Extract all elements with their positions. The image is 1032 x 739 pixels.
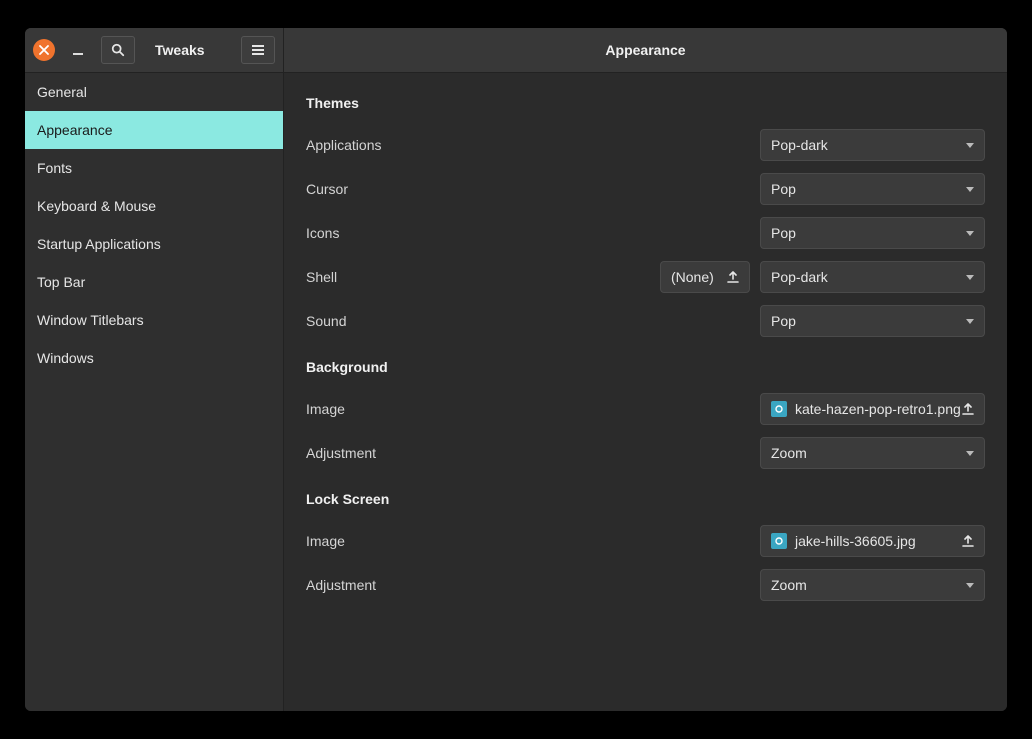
section-title-lockscreen: Lock Screen [306, 491, 985, 507]
chevron-down-icon [966, 143, 974, 148]
file-picker-background-image[interactable]: kate-hazen-pop-retro1.png [760, 393, 985, 425]
none-label: (None) [671, 269, 714, 285]
search-icon [111, 43, 125, 57]
chevron-down-icon [966, 319, 974, 324]
sidebar-item-keyboard-mouse[interactable]: Keyboard & Mouse [25, 187, 283, 225]
image-icon [771, 401, 787, 417]
row-ls-adjustment: Adjustment Zoom [306, 563, 985, 607]
file-name: kate-hazen-pop-retro1.png [795, 401, 961, 417]
dropdown-value: Pop-dark [771, 137, 828, 153]
label-shell: Shell [306, 269, 650, 285]
label-icons: Icons [306, 225, 750, 241]
close-icon [39, 45, 49, 55]
row-sound: Sound Pop [306, 299, 985, 343]
upload-icon [962, 535, 974, 547]
row-ls-image: Image jake-hills-36605.jpg [306, 519, 985, 563]
close-button[interactable] [33, 39, 55, 61]
row-applications: Applications Pop-dark [306, 123, 985, 167]
dropdown-sound[interactable]: Pop [760, 305, 985, 337]
file-name: jake-hills-36605.jpg [795, 533, 916, 549]
label-cursor: Cursor [306, 181, 750, 197]
section-title-background: Background [306, 359, 985, 375]
upload-icon [962, 403, 974, 415]
dropdown-shell[interactable]: Pop-dark [760, 261, 985, 293]
page-title: Appearance [284, 28, 1007, 73]
dropdown-cursor[interactable]: Pop [760, 173, 985, 205]
label-applications: Applications [306, 137, 750, 153]
upload-icon [727, 271, 739, 283]
row-shell: Shell (None) Pop-dark [306, 255, 985, 299]
dropdown-background-adjustment[interactable]: Zoom [760, 437, 985, 469]
row-bg-image: Image kate-hazen-pop-retro1.png [306, 387, 985, 431]
chevron-down-icon [966, 231, 974, 236]
dropdown-value: Pop [771, 225, 796, 241]
minimize-button[interactable] [69, 41, 87, 59]
row-cursor: Cursor Pop [306, 167, 985, 211]
dropdown-value: Pop-dark [771, 269, 828, 285]
sidebar-item-window-titlebars[interactable]: Window Titlebars [25, 301, 283, 339]
label-sound: Sound [306, 313, 750, 329]
sidebar-pane: Tweaks General Appearance Fonts Keyboard… [25, 28, 284, 711]
file-picker-lockscreen-image[interactable]: jake-hills-36605.jpg [760, 525, 985, 557]
dropdown-value: Zoom [771, 577, 807, 593]
row-icons: Icons Pop [306, 211, 985, 255]
image-icon [771, 533, 787, 549]
shell-theme-file-picker[interactable]: (None) [660, 261, 750, 293]
label-bg-image: Image [306, 401, 750, 417]
chevron-down-icon [966, 451, 974, 456]
hamburger-icon [251, 43, 265, 57]
dropdown-applications[interactable]: Pop-dark [760, 129, 985, 161]
minimize-icon [72, 44, 84, 56]
sidebar-item-startup-applications[interactable]: Startup Applications [25, 225, 283, 263]
app-title: Tweaks [155, 42, 205, 58]
label-bg-adjustment: Adjustment [306, 445, 750, 461]
sidebar-item-windows[interactable]: Windows [25, 339, 283, 377]
sidebar-item-top-bar[interactable]: Top Bar [25, 263, 283, 301]
chevron-down-icon [966, 583, 974, 588]
left-headerbar: Tweaks [25, 28, 283, 73]
dropdown-value: Pop [771, 313, 796, 329]
label-ls-image: Image [306, 533, 750, 549]
label-ls-adjustment: Adjustment [306, 577, 750, 593]
dropdown-lockscreen-adjustment[interactable]: Zoom [760, 569, 985, 601]
content-area: Themes Applications Pop-dark Cursor Pop [284, 73, 1007, 711]
main-pane: Appearance Themes Applications Pop-dark … [284, 28, 1007, 711]
sidebar-item-appearance[interactable]: Appearance [25, 111, 283, 149]
section-title-themes: Themes [306, 95, 985, 111]
row-bg-adjustment: Adjustment Zoom [306, 431, 985, 475]
sidebar-nav: General Appearance Fonts Keyboard & Mous… [25, 73, 283, 377]
sidebar-item-fonts[interactable]: Fonts [25, 149, 283, 187]
dropdown-icons[interactable]: Pop [760, 217, 985, 249]
chevron-down-icon [966, 187, 974, 192]
dropdown-value: Pop [771, 181, 796, 197]
hamburger-menu-button[interactable] [241, 36, 275, 64]
search-button[interactable] [101, 36, 135, 64]
sidebar-item-general[interactable]: General [25, 73, 283, 111]
chevron-down-icon [966, 275, 974, 280]
dropdown-value: Zoom [771, 445, 807, 461]
tweaks-window: Tweaks General Appearance Fonts Keyboard… [25, 28, 1007, 711]
